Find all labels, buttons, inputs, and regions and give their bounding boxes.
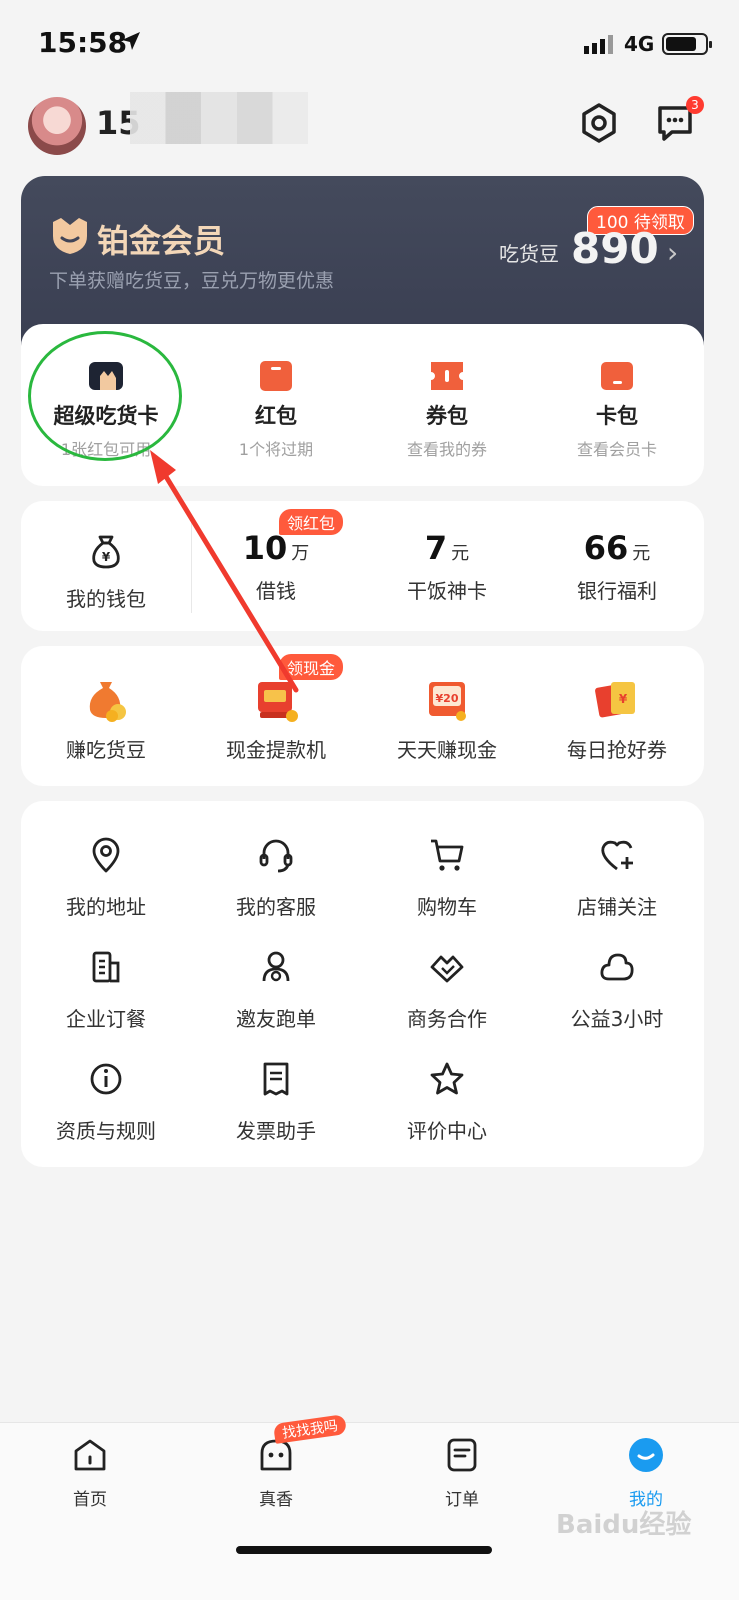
watermark: Baidu经验 bbox=[556, 1510, 692, 1540]
tab-orders[interactable]: 订单 bbox=[402, 1435, 522, 1510]
orders-icon bbox=[447, 1438, 477, 1472]
tab-home[interactable]: 首页 bbox=[30, 1435, 150, 1510]
tab-label: 首页 bbox=[73, 1490, 107, 1510]
tab-mine[interactable]: 我的 bbox=[586, 1435, 706, 1510]
annotation-arrow bbox=[150, 450, 299, 693]
tab-discover[interactable]: 真香 bbox=[216, 1435, 336, 1510]
mine-icon bbox=[629, 1438, 663, 1472]
home-icon bbox=[74, 1439, 106, 1471]
home-indicator bbox=[236, 1546, 492, 1554]
tab-label: 真香 bbox=[259, 1490, 293, 1510]
tab-label: 订单 bbox=[445, 1490, 479, 1510]
